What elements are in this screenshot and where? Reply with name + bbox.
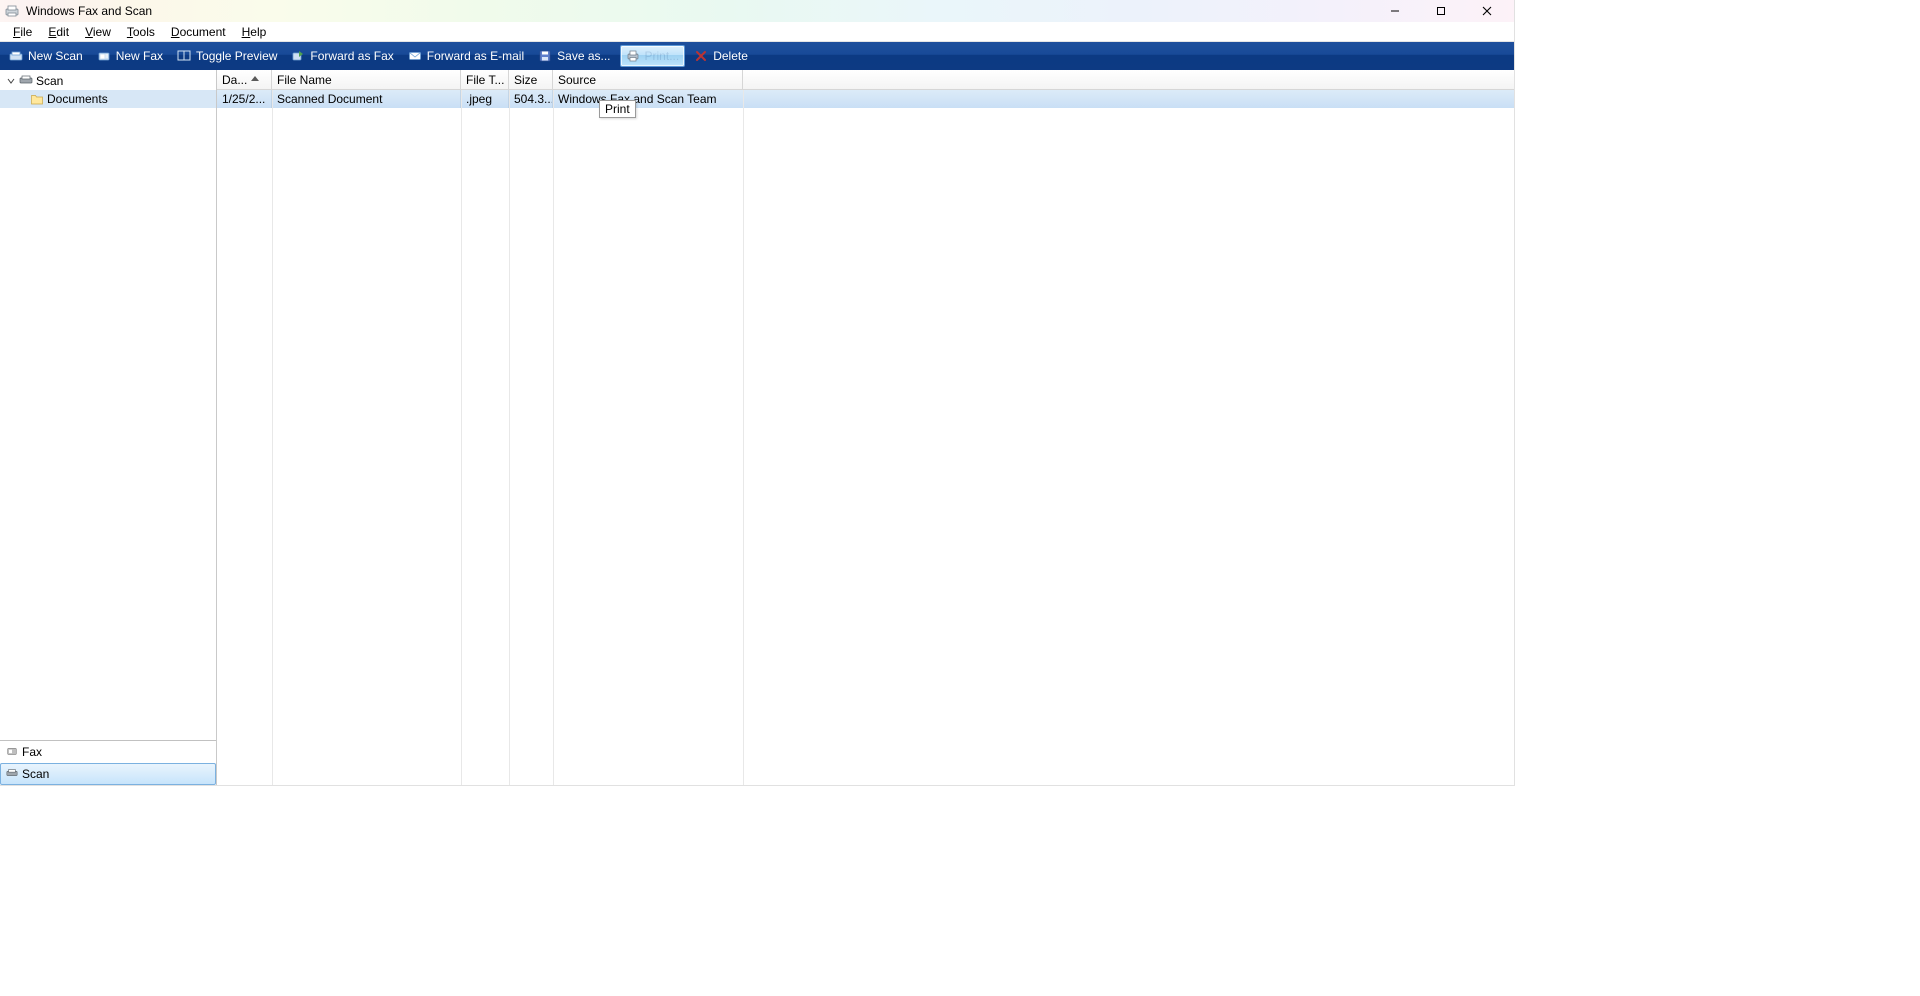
- delete-button[interactable]: Delete: [689, 45, 753, 67]
- fax-small-icon: [6, 745, 18, 760]
- cell-date: 1/25/2...: [217, 90, 272, 108]
- window-title: Windows Fax and Scan: [26, 4, 152, 18]
- desktop-empty-area: [1515, 0, 1920, 996]
- menu-file[interactable]: File: [6, 24, 39, 40]
- column-header-file-type-label: File T...: [466, 73, 504, 87]
- menu-view[interactable]: View: [78, 24, 118, 40]
- cell-source: Windows Fax and Scan Team: [553, 90, 743, 108]
- maximize-button[interactable]: [1418, 0, 1464, 22]
- list-body[interactable]: 1/25/2... Scanned Document .jpeg 504.3..…: [217, 90, 1514, 785]
- scanner-icon: [9, 49, 23, 63]
- menu-document[interactable]: Document: [164, 24, 233, 40]
- close-button[interactable]: [1464, 0, 1510, 22]
- delete-icon: [694, 49, 708, 63]
- preview-icon: [177, 49, 191, 63]
- toggle-preview-label: Toggle Preview: [196, 49, 277, 63]
- new-scan-label: New Scan: [28, 49, 83, 63]
- minimize-button[interactable]: [1372, 0, 1418, 22]
- scanner-small-icon: [19, 73, 33, 90]
- forward-fax-label: Forward as Fax: [310, 49, 393, 63]
- save-as-label: Save as...: [557, 49, 610, 63]
- tree-item-documents-label: Documents: [47, 92, 108, 106]
- mode-fax-button[interactable]: Fax: [0, 741, 216, 763]
- menu-edit[interactable]: Edit: [41, 24, 76, 40]
- new-fax-button[interactable]: New Fax: [92, 45, 168, 67]
- cell-size: 504.3...: [509, 90, 553, 108]
- new-scan-button[interactable]: New Scan: [4, 45, 88, 67]
- app-window: Windows Fax and Scan File Edit View Tool…: [0, 0, 1515, 786]
- print-button[interactable]: Print...: [620, 45, 686, 67]
- tooltip-print: Print: [599, 100, 636, 118]
- toolbar: New Scan New Fax Toggle Preview Forward …: [0, 42, 1514, 70]
- menu-help[interactable]: Help: [235, 24, 274, 40]
- mode-scan-button[interactable]: Scan: [0, 763, 216, 785]
- folder-icon: [30, 92, 44, 106]
- new-fax-label: New Fax: [116, 49, 163, 63]
- cell-file-name: Scanned Document: [272, 90, 461, 108]
- list-header: Da... File Name File T... Size Source: [217, 70, 1514, 90]
- tree-item-scan[interactable]: Scan: [0, 72, 216, 90]
- titlebar: Windows Fax and Scan: [0, 0, 1514, 22]
- column-header-size-label: Size: [514, 73, 537, 87]
- mode-scan-label: Scan: [22, 767, 49, 781]
- column-header-source[interactable]: Source: [553, 70, 743, 89]
- menubar: File Edit View Tools Document Help: [0, 22, 1514, 42]
- tree-item-documents[interactable]: Documents: [0, 90, 216, 108]
- column-header-source-label: Source: [558, 73, 596, 87]
- column-header-file-name-label: File Name: [277, 73, 332, 87]
- cell-file-type: .jpeg: [461, 90, 509, 108]
- forward-fax-icon: [291, 49, 305, 63]
- forward-as-fax-button[interactable]: Forward as Fax: [286, 45, 398, 67]
- mode-switcher: Fax Scan: [0, 740, 216, 785]
- window-controls: [1372, 0, 1510, 22]
- column-guides: [217, 90, 1514, 785]
- column-header-empty: [743, 70, 1514, 89]
- save-as-button[interactable]: Save as...: [533, 45, 615, 67]
- menu-tools[interactable]: Tools: [120, 24, 162, 40]
- mode-fax-label: Fax: [22, 745, 42, 759]
- body-area: Scan Documents Fax: [0, 70, 1514, 785]
- fax-icon: [97, 49, 111, 63]
- scanner-tiny-icon: [6, 767, 18, 782]
- folder-tree: Scan Documents: [0, 70, 216, 740]
- print-icon: [626, 49, 640, 63]
- forward-email-label: Forward as E-mail: [427, 49, 524, 63]
- column-header-date[interactable]: Da...: [217, 70, 272, 89]
- chevron-down-icon[interactable]: [6, 74, 16, 88]
- column-header-size[interactable]: Size: [509, 70, 553, 89]
- left-navigation: Scan Documents Fax: [0, 70, 217, 785]
- column-header-file-type[interactable]: File T...: [461, 70, 509, 89]
- email-icon: [408, 49, 422, 63]
- tree-item-scan-label: Scan: [36, 74, 63, 88]
- toggle-preview-button[interactable]: Toggle Preview: [172, 45, 282, 67]
- list-pane: Da... File Name File T... Size Source: [217, 70, 1514, 785]
- print-label: Print...: [645, 49, 680, 63]
- save-icon: [538, 49, 552, 63]
- table-row[interactable]: 1/25/2... Scanned Document .jpeg 504.3..…: [217, 90, 1514, 108]
- column-header-date-label: Da...: [222, 73, 247, 87]
- app-icon: [4, 3, 20, 19]
- delete-label: Delete: [713, 49, 748, 63]
- column-header-file-name[interactable]: File Name: [272, 70, 461, 89]
- forward-as-email-button[interactable]: Forward as E-mail: [403, 45, 529, 67]
